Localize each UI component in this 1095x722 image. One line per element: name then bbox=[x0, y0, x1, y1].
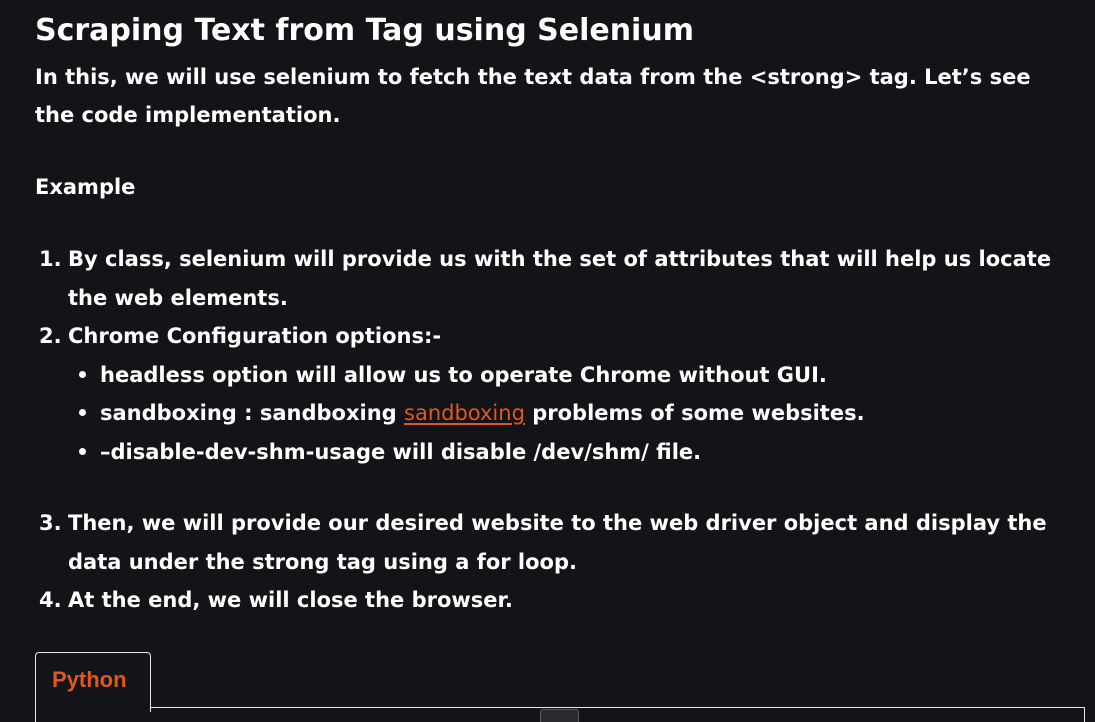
step-number: 4. bbox=[39, 588, 62, 612]
option-item: headless option will allow us to operate… bbox=[68, 356, 1085, 395]
tab-python[interactable]: Python bbox=[35, 652, 151, 712]
option-item: –disable-dev-shm-usage will disable /dev… bbox=[68, 433, 1085, 472]
step-item: 3. Then, we will provide our desired web… bbox=[35, 504, 1085, 581]
option-text-before: sandboxing : sandboxing bbox=[100, 401, 405, 425]
tab-python-label: Python bbox=[52, 667, 127, 692]
steps-list-continued: 3. Then, we will provide our desired web… bbox=[35, 504, 1085, 620]
option-text-after: problems of some websites. bbox=[524, 401, 865, 425]
step-number: 1. bbox=[39, 247, 62, 271]
step-text: Then, we will provide our desired websit… bbox=[68, 511, 1047, 574]
sandboxing-link[interactable]: sandboxing bbox=[404, 401, 525, 425]
code-block-handle[interactable] bbox=[540, 709, 579, 722]
option-text: –disable-dev-shm-usage will disable /dev… bbox=[100, 439, 702, 464]
step-number: 2. bbox=[39, 324, 62, 348]
example-heading: Example bbox=[35, 175, 136, 199]
article-title: Scraping Text from Tag using Selenium bbox=[35, 13, 694, 48]
option-item: sandboxing : sandboxing sandboxing probl… bbox=[68, 394, 1085, 433]
intro-paragraph: In this, we will use selenium to fetch t… bbox=[35, 65, 1031, 127]
article-page: Scraping Text from Tag using Selenium In… bbox=[0, 0, 1095, 722]
step-item: 4. At the end, we will close the browser… bbox=[35, 581, 1085, 620]
chrome-options-list: headless option will allow us to operate… bbox=[68, 356, 1085, 472]
step-item: 1. By class, selenium will provide us wi… bbox=[35, 240, 1085, 317]
step-text: At the end, we will close the browser. bbox=[68, 588, 513, 612]
steps-list: 1. By class, selenium will provide us wi… bbox=[35, 240, 1085, 471]
option-text: headless option will allow us to operate… bbox=[100, 362, 827, 387]
step-text: Chrome Configuration options:- bbox=[68, 324, 442, 348]
step-item: 2. Chrome Configuration options:- headle… bbox=[35, 317, 1085, 471]
step-text: By class, selenium will provide us with … bbox=[68, 247, 1052, 310]
step-number: 3. bbox=[39, 511, 62, 535]
